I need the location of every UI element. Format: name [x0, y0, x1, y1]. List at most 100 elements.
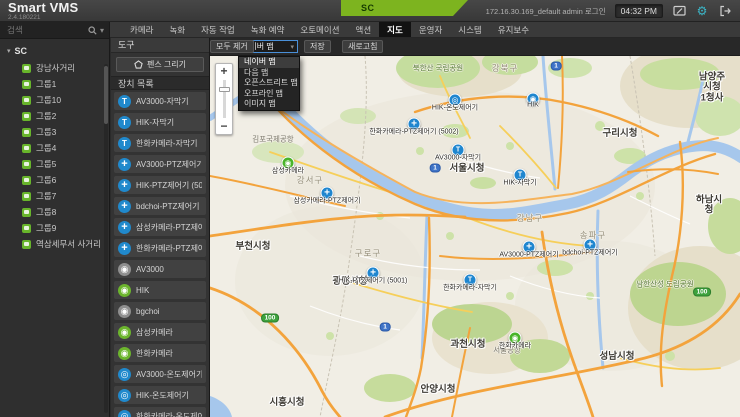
device-item[interactable]: AV3000-PTZ제어기	[114, 155, 206, 173]
save-button[interactable]: 저장	[304, 40, 331, 53]
device-list: AV3000-자막기 HIK-자막기 한화카메라-자막기 AV3000-PTZ제…	[111, 90, 209, 417]
search-input[interactable]	[5, 24, 85, 36]
group-icon	[22, 80, 31, 89]
tree-item[interactable]: 그룹1	[0, 76, 109, 92]
tree-item[interactable]: 그룹9	[0, 220, 109, 236]
tools-panel: 도구 펜스 그리기 장치 목록 AV3000-자막기 HIK-자막기	[111, 38, 210, 417]
device-item[interactable]: 한화카메라-온도제어기	[114, 407, 206, 417]
device-item[interactable]: AV3000-자막기	[114, 92, 206, 110]
menu-tab[interactable]: 카메라	[122, 22, 161, 37]
menu-tab[interactable]: 녹화	[161, 22, 193, 37]
tree-item[interactable]: 역삼세무서 사거리	[0, 236, 109, 252]
site-tab[interactable]: SC	[341, 0, 468, 16]
map-type-option[interactable]: 네이버 맵	[239, 57, 299, 68]
device-marker[interactable]: AV3000-자막기	[452, 144, 465, 157]
menu-tab[interactable]: 운영자	[411, 22, 450, 37]
device-marker[interactable]: bdchoi-PTZ제어기	[584, 239, 597, 252]
device-type-icon	[118, 263, 131, 276]
device-item[interactable]: 삼성카메라	[114, 323, 206, 341]
device-marker[interactable]: 한화카메라-자막기	[464, 274, 477, 287]
device-item[interactable]: 한화카메라	[114, 344, 206, 362]
device-item[interactable]: AV3000	[114, 260, 206, 278]
device-item[interactable]: HIK-온도제어기	[114, 386, 206, 404]
device-marker[interactable]: 한화카메라-PTZ제어기 (5002)	[408, 118, 421, 131]
device-list-title: 장치 목록	[111, 76, 209, 90]
device-type-icon	[118, 221, 131, 234]
refresh-button[interactable]: 새로고침	[342, 40, 383, 53]
device-item[interactable]: 한화카메라-PTZ제어기	[114, 239, 206, 257]
remove-all-button[interactable]: 모두 제거	[210, 40, 254, 53]
tree-expand-icon[interactable]: ▾	[7, 47, 11, 55]
zoom-in-button[interactable]: +	[220, 64, 227, 79]
map-type-option[interactable]: 다음 맵	[239, 68, 299, 79]
tree-item[interactable]: 그룹7	[0, 188, 109, 204]
device-marker[interactable]: AV3000-PTZ제어기	[523, 241, 536, 254]
map-type-dropdown: 네이버 맵다음 맵오픈스트리트 맵오프라인 맵이미지 맵	[238, 56, 300, 111]
device-type-icon	[118, 368, 131, 381]
zoom-slider[interactable]	[223, 80, 226, 118]
zoom-slider-handle[interactable]	[219, 87, 230, 92]
device-marker[interactable]: HIK-PTZ제어기 (5001)	[367, 267, 380, 280]
draw-fence-button[interactable]: 펜스 그리기	[116, 57, 204, 72]
tree-item[interactable]: 그룹6	[0, 172, 109, 188]
group-icon	[22, 160, 31, 169]
settings-gear-icon[interactable]: ⚙	[695, 4, 709, 18]
tree-item[interactable]: 그룹3	[0, 124, 109, 140]
device-type-icon	[118, 242, 131, 255]
login-info: 172.16.30.169_default admin 로그인	[486, 6, 606, 17]
smart-vms-window: Smart VMS 2.4.180221 SC 172.16.30.169_de…	[0, 0, 740, 417]
tree-item[interactable]: 그룹10	[0, 92, 109, 108]
menu-tab[interactable]: 녹화 예약	[243, 22, 293, 37]
tree-item[interactable]: 그룹5	[0, 156, 109, 172]
tree-item[interactable]: 강남사거리	[0, 60, 109, 76]
device-item[interactable]: HIK	[114, 281, 206, 299]
search-icon[interactable]	[88, 26, 97, 35]
tree-item[interactable]: 그룹8	[0, 204, 109, 220]
device-marker[interactable]: 삼성카메라-PTZ제어기	[321, 187, 334, 200]
device-item[interactable]: bgchoi	[114, 302, 206, 320]
device-item[interactable]: AV3000-온도제어기	[114, 365, 206, 383]
device-item[interactable]: 한화카메라-자막기	[114, 134, 206, 152]
device-marker[interactable]: HIK	[527, 93, 540, 106]
tree-item[interactable]: 그룹2	[0, 108, 109, 124]
select-chevron-icon: ▾	[290, 43, 294, 51]
device-item[interactable]: HIK-자막기	[114, 113, 206, 131]
menu-tab[interactable]: 오토메이션	[292, 22, 347, 37]
menu-tab[interactable]: 지도	[379, 22, 411, 37]
device-marker[interactable]: HIK-온도제어기	[449, 94, 462, 107]
app-title: Smart VMS	[8, 1, 78, 14]
device-marker[interactable]: 한화카메라	[509, 332, 522, 345]
search-options-chevron-icon[interactable]: ▾	[100, 26, 104, 35]
menu-tab[interactable]: 유지보수	[490, 22, 537, 37]
device-type-icon	[118, 326, 131, 339]
menu-tab[interactable]: 액션	[348, 22, 380, 37]
device-item[interactable]: 삼성카메라-PTZ제어기	[114, 218, 206, 236]
group-icon	[22, 64, 31, 73]
group-icon	[22, 128, 31, 137]
map-zoom-control: + −	[215, 63, 233, 135]
device-type-icon	[118, 347, 131, 360]
zoom-out-button[interactable]: −	[220, 119, 227, 134]
site-tree: ▾ SC 강남사거리 그룹1	[0, 39, 109, 252]
group-icon	[22, 96, 31, 105]
logout-icon[interactable]	[718, 4, 732, 18]
map-area: 맵 선택: 네이버 맵 ▾ 모두 제거 저장 새로고침 네이버 맵다음 맵오픈스…	[210, 38, 740, 417]
group-icon	[22, 112, 31, 121]
device-item[interactable]: HIK-PTZ제어기 (5001)	[114, 176, 206, 194]
menu-tab[interactable]: 자동 작업	[193, 22, 243, 37]
device-item[interactable]: bdchoi-PTZ제어기	[114, 197, 206, 215]
tree-root-node[interactable]: ▾ SC	[0, 44, 109, 60]
device-marker[interactable]: 삼성카메라	[282, 157, 295, 170]
map-type-option[interactable]: 오픈스트리트 맵	[239, 78, 299, 89]
tree-scrollbar[interactable]	[104, 64, 108, 413]
group-icon	[22, 224, 31, 233]
menu-tab[interactable]: 시스템	[450, 22, 489, 37]
map-type-option[interactable]: 오프라인 맵	[239, 89, 299, 100]
device-marker[interactable]: HIK-자막기	[514, 169, 527, 182]
display-edit-icon[interactable]	[672, 4, 686, 18]
tree-item[interactable]: 그룹4	[0, 140, 109, 156]
tree-scrollbar-thumb[interactable]	[104, 66, 108, 124]
device-type-icon	[118, 95, 131, 108]
title-bar: Smart VMS 2.4.180221 SC 172.16.30.169_de…	[0, 0, 740, 22]
map-type-option[interactable]: 이미지 맵	[239, 99, 299, 110]
